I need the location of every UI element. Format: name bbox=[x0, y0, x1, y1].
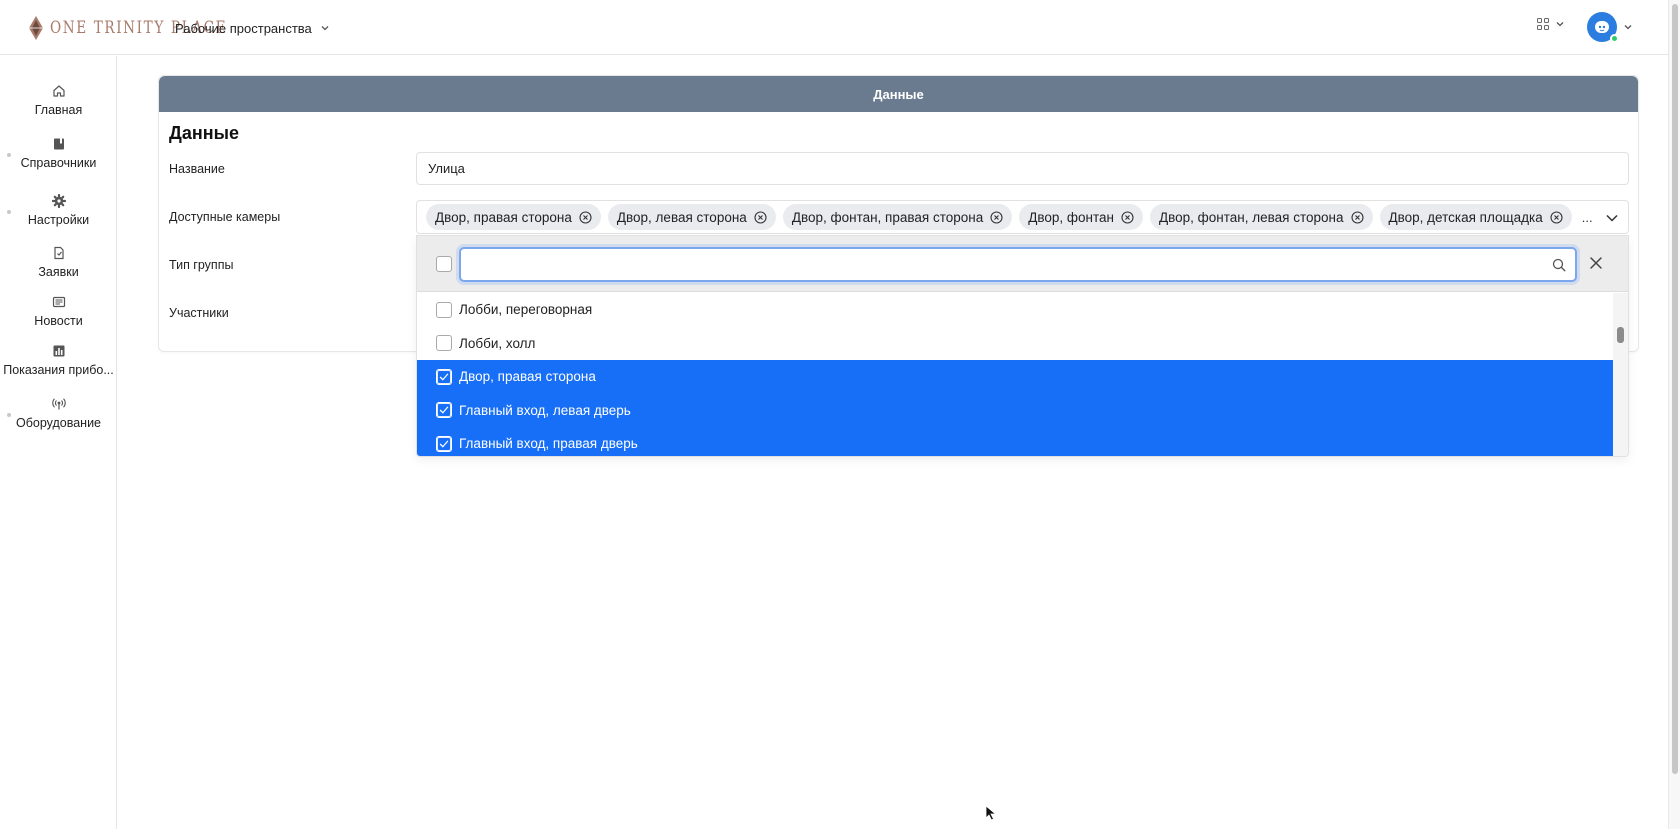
gear-icon bbox=[51, 194, 66, 208]
remove-chip-icon[interactable] bbox=[1550, 210, 1563, 224]
cameras-multiselect[interactable]: Двор, правая сторона Двор, левая сторона… bbox=[416, 200, 1629, 234]
name-label: Название bbox=[169, 162, 225, 176]
apps-menu-button[interactable] bbox=[1537, 18, 1565, 30]
chevron-down-icon bbox=[321, 26, 329, 31]
participants-label: Участники bbox=[169, 306, 229, 320]
option-label: Лобби, переговорная bbox=[459, 302, 593, 318]
mouse-cursor-icon bbox=[985, 805, 997, 821]
chevron-down-icon bbox=[1624, 25, 1632, 30]
sidebar-item-requests[interactable]: Заявки bbox=[0, 246, 117, 279]
section-title: Данные bbox=[169, 123, 239, 143]
search-icon bbox=[1552, 258, 1566, 272]
option-checkbox[interactable] bbox=[436, 435, 452, 452]
chip-label: Двор, фонтан, правая сторона bbox=[791, 209, 984, 225]
dropdown-option[interactable]: Главный вход, левая дверь bbox=[417, 393, 1615, 427]
close-icon[interactable] bbox=[1589, 256, 1603, 270]
chip-label: Двор, правая сторона bbox=[435, 209, 572, 225]
home-icon bbox=[52, 85, 65, 97]
document-icon bbox=[53, 246, 64, 260]
dropdown-option[interactable]: Двор, правая сторона bbox=[417, 360, 1615, 394]
remove-chip-icon[interactable] bbox=[1350, 210, 1364, 224]
cameras-label: Доступные камеры bbox=[169, 210, 281, 224]
chip-label: Двор, фонтан, левая сторона bbox=[1159, 209, 1344, 225]
dropdown-option[interactable]: Главный вход, правая дверь bbox=[417, 427, 1615, 456]
user-menu-button[interactable] bbox=[1587, 12, 1633, 43]
option-label: Главный вход, правая дверь bbox=[459, 436, 638, 452]
dropdown-option[interactable]: Лобби, холл bbox=[417, 327, 1615, 361]
dropdown-option[interactable]: Лобби, переговорная bbox=[417, 293, 1615, 327]
workspace-selector[interactable]: Рабочие пространства bbox=[175, 18, 330, 38]
sidebar-item-directories[interactable]: Справочники bbox=[0, 137, 117, 170]
checkmark-icon bbox=[437, 403, 451, 418]
chevron-down-icon[interactable] bbox=[1605, 211, 1619, 225]
page-scrollbar[interactable] bbox=[1668, 0, 1680, 829]
checkmark-icon bbox=[437, 436, 451, 451]
sidebar-item-news[interactable]: Новости bbox=[0, 295, 117, 328]
book-icon bbox=[53, 138, 64, 150]
page-scrollbar-thumb[interactable] bbox=[1672, 4, 1678, 774]
option-checkbox[interactable] bbox=[436, 402, 452, 419]
chevron-down-icon bbox=[1556, 22, 1564, 27]
name-value: Улица bbox=[428, 161, 465, 176]
sidebar-item-home[interactable]: Главная bbox=[0, 84, 117, 117]
checkmark-icon bbox=[437, 369, 451, 384]
sidebar-item-label: Справочники bbox=[20, 156, 97, 170]
sidebar-item-label: Заявки bbox=[38, 265, 79, 279]
remove-chip-icon[interactable] bbox=[754, 210, 767, 224]
camera-chip: Двор, фонтан, правая сторона bbox=[782, 204, 1013, 230]
select-all-checkbox[interactable] bbox=[436, 256, 452, 272]
sidebar-item-label: Оборудование bbox=[15, 416, 102, 430]
camera-chip: Двор, детская площадка bbox=[1379, 204, 1572, 230]
remove-chip-icon[interactable] bbox=[990, 210, 1003, 224]
camera-chip: Двор, левая сторона bbox=[607, 204, 776, 230]
chip-label: Двор, левая сторона bbox=[616, 209, 747, 225]
broadcast-icon bbox=[51, 398, 66, 410]
chip-label: Двор, фонтан bbox=[1028, 209, 1114, 225]
bar-chart-icon bbox=[53, 345, 64, 357]
camera-chip: Двор, правая сторона bbox=[426, 204, 601, 230]
top-bar: ONE TRINITY PLACE Рабочие пространства bbox=[0, 0, 1668, 55]
sidebar-item-settings[interactable]: Настройки bbox=[0, 194, 117, 227]
user-face-icon bbox=[1595, 21, 1609, 33]
app-window: ONE TRINITY PLACE Рабочие пространства Г… bbox=[0, 0, 1668, 829]
option-checkbox[interactable] bbox=[436, 335, 452, 352]
camera-chip: Двор, фонтан bbox=[1019, 204, 1143, 230]
sidebar: Главная Справочники Настройки Заявки Нов… bbox=[0, 56, 117, 829]
sidebar-item-label: Показания прибо... bbox=[3, 363, 114, 377]
option-label: Двор, правая сторона bbox=[459, 369, 596, 385]
more-chips-indicator: ... bbox=[1581, 209, 1593, 225]
dropdown-search-field[interactable] bbox=[459, 247, 1577, 282]
dropdown-options-list: Лобби, переговорная Лобби, холл Двор, пр… bbox=[417, 293, 1615, 456]
online-status-indicator bbox=[1610, 34, 1619, 43]
dropdown-header bbox=[417, 236, 1628, 292]
camera-chip: Двор, фонтан, левая сторона bbox=[1150, 204, 1373, 230]
card-header: Данные bbox=[159, 76, 1638, 112]
option-label: Главный вход, левая дверь bbox=[459, 402, 631, 418]
sidebar-item-meter-readings[interactable]: Показания прибо... bbox=[0, 344, 117, 377]
group-type-label: Тип группы bbox=[169, 258, 234, 272]
grid-icon bbox=[1537, 18, 1549, 30]
dropdown-scrollbar[interactable] bbox=[1613, 293, 1628, 456]
workspace-label: Рабочие пространства bbox=[175, 20, 312, 36]
name-input[interactable]: Улица bbox=[416, 152, 1629, 185]
logo-mark-icon bbox=[29, 16, 43, 40]
remove-chip-icon[interactable] bbox=[1121, 210, 1134, 224]
remove-chip-icon[interactable] bbox=[579, 210, 592, 224]
sidebar-item-label: Новости bbox=[34, 314, 83, 328]
card-header-title: Данные bbox=[873, 86, 924, 102]
newspaper-icon bbox=[52, 296, 65, 308]
chip-label: Двор, детская площадка bbox=[1388, 209, 1543, 225]
cameras-dropdown-panel: Лобби, переговорная Лобби, холл Двор, пр… bbox=[416, 235, 1629, 457]
option-checkbox[interactable] bbox=[436, 301, 452, 318]
dropdown-scrollbar-thumb[interactable] bbox=[1617, 327, 1624, 343]
dropdown-search-input[interactable] bbox=[461, 249, 1575, 280]
sidebar-item-label: Настройки bbox=[27, 213, 90, 227]
option-label: Лобби, холл bbox=[459, 335, 536, 351]
avatar bbox=[1587, 12, 1619, 43]
option-checkbox[interactable] bbox=[436, 368, 452, 385]
sidebar-item-equipment[interactable]: Оборудование bbox=[0, 397, 117, 430]
sidebar-item-label: Главная bbox=[34, 103, 83, 117]
